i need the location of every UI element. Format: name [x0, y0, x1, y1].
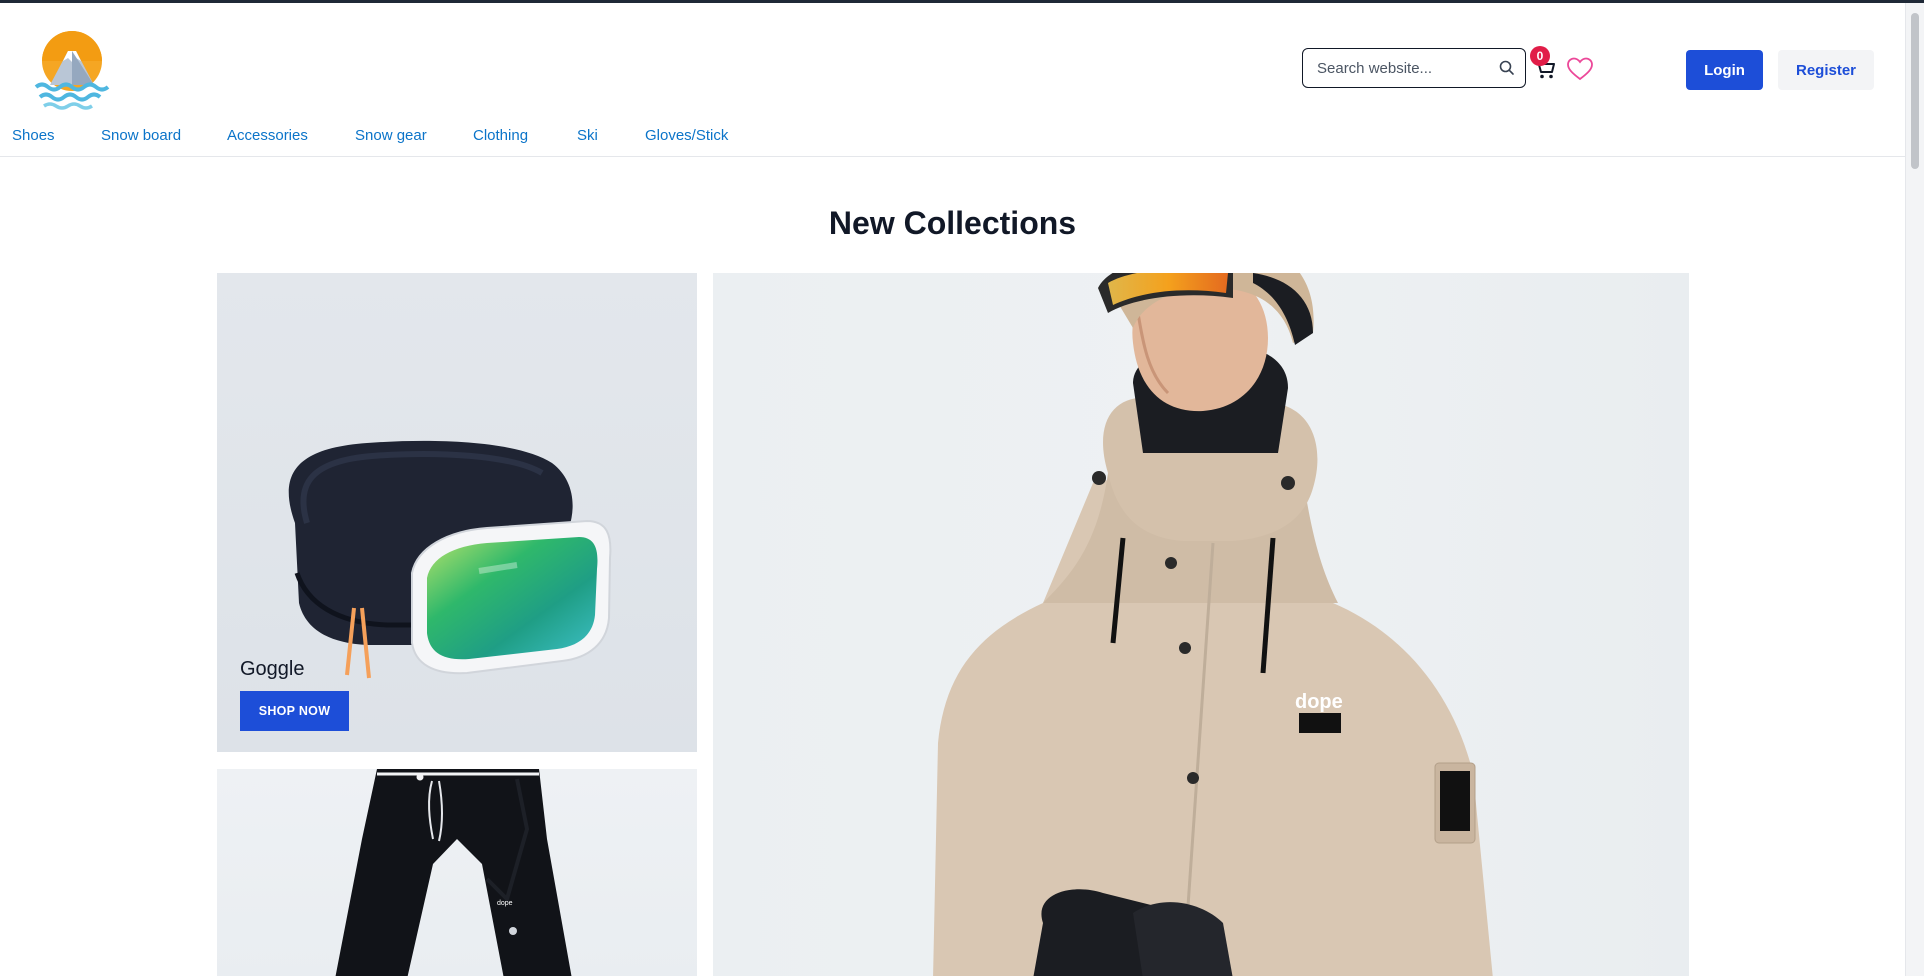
search-box[interactable]	[1302, 48, 1526, 88]
category-nav: Shoes Snow board Accessories Snow gear C…	[0, 121, 1905, 157]
pants-product-image: dope	[335, 769, 572, 976]
collection-tile-jacket[interactable]: dope	[713, 273, 1689, 976]
nav-item-snow-board[interactable]: Snow board	[101, 127, 181, 144]
tile-title-goggle: Goggle	[240, 658, 305, 680]
heart-icon[interactable]	[1566, 56, 1594, 82]
site-logo[interactable]	[30, 25, 114, 111]
search-icon[interactable]	[1497, 58, 1517, 78]
collection-tile-goggle[interactable]: dope Goggle SHOP NOW	[217, 273, 697, 752]
nav-item-shoes[interactable]: Shoes	[12, 127, 55, 144]
register-button[interactable]: Register	[1778, 50, 1874, 90]
page: 0 Login Register Shoes Snow board Access…	[0, 3, 1905, 976]
section-title: New Collections	[828, 205, 1077, 241]
scrollbar-thumb[interactable]	[1911, 13, 1919, 169]
search-input[interactable]	[1317, 59, 1487, 77]
nav-item-accessories[interactable]: Accessories	[227, 127, 308, 144]
svg-text:dope: dope	[1295, 691, 1343, 713]
page-scrollbar[interactable]	[1905, 3, 1924, 976]
nav-item-gloves-stick[interactable]: Gloves/Stick	[645, 127, 728, 144]
nav-item-clothing[interactable]: Clothing	[473, 127, 528, 144]
login-button[interactable]: Login	[1686, 50, 1763, 90]
logo-mountain-icon	[34, 31, 110, 110]
jacket-product-image: dope	[933, 273, 1493, 976]
collection-tile-pants[interactable]: dope	[217, 769, 697, 976]
nav-item-ski[interactable]: Ski	[577, 127, 598, 144]
nav-item-snow-gear[interactable]: Snow gear	[355, 127, 427, 144]
shop-now-button[interactable]: SHOP NOW	[240, 691, 349, 731]
svg-text:dope: dope	[497, 900, 513, 907]
cart-count-badge: 0	[1530, 46, 1550, 66]
